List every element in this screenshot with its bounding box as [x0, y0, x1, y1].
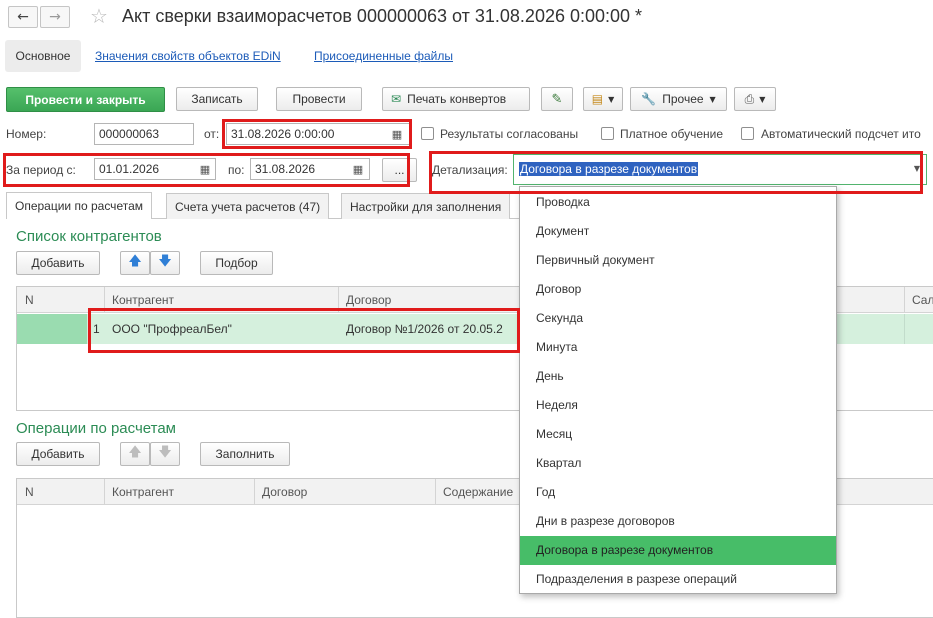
dropdown-item-days-by-contract[interactable]: Дни в разрезе договоров [520, 507, 836, 536]
date-label: от: [204, 127, 220, 141]
agreed-checkbox[interactable] [421, 127, 434, 140]
auto-calc-label: Автоматический подсчет ито [761, 127, 921, 141]
post-button[interactable]: Провести [276, 87, 362, 111]
paid-training-label: Платное обучение [620, 127, 724, 141]
back-button[interactable]: ← [8, 6, 38, 28]
col-n: N [25, 485, 34, 499]
operations-add-button[interactable]: Добавить [16, 442, 100, 466]
dropdown-item-month[interactable]: Месяц [520, 420, 836, 449]
arrow-up-icon: 🡅 [128, 254, 142, 269]
period-from-label: За период с: [6, 163, 76, 177]
dropdown-item-second[interactable]: Секунда [520, 304, 836, 333]
print-button[interactable]: ⎙ ▼ [734, 87, 776, 111]
move-up-button[interactable]: 🡅 [120, 251, 150, 275]
row-contract: Договор №1/2026 от 20.05.2 [346, 322, 503, 336]
operations-title: Операции по расчетам [16, 420, 176, 437]
auto-calc-checkbox[interactable] [741, 127, 754, 140]
dropdown-item-day[interactable]: День [520, 362, 836, 391]
period-select-button[interactable]: ... [382, 158, 417, 182]
nav-main[interactable]: Основное [5, 40, 81, 72]
calendar-icon[interactable]: ▦ [348, 159, 368, 179]
pen-icon: ✎ [551, 91, 563, 107]
move-down-button-disabled[interactable]: 🡇 [150, 442, 180, 466]
calendar-icon[interactable]: ▦ [195, 159, 215, 179]
contractors-add-button[interactable]: Добавить [16, 251, 100, 275]
chevron-down-icon: ▼ [608, 94, 615, 104]
calendar-icon[interactable]: ▦ [387, 124, 407, 144]
col-contractor: Контрагент [112, 485, 175, 499]
tab-accounts[interactable]: Счета учета расчетов (47) [166, 193, 330, 219]
detail-select[interactable]: Договора в разрезе документов ▼ [513, 154, 927, 185]
forward-button[interactable]: → [40, 6, 70, 28]
move-down-button[interactable]: 🡇 [150, 251, 180, 275]
col-contractor: Контрагент [112, 293, 175, 307]
col-contract: Договор [262, 485, 308, 499]
dropdown-item-document[interactable]: Документ [520, 217, 836, 246]
dropdown-item-posting[interactable]: Проводка [520, 188, 836, 217]
more-label: Прочее [662, 92, 704, 106]
move-up-button-disabled[interactable]: 🡅 [120, 442, 150, 466]
dropdown-item-contract[interactable]: Договор [520, 275, 836, 304]
detail-dropdown-list: Проводка Документ Первичный документ Дог… [519, 186, 837, 594]
more-button[interactable]: 🔧 Прочее ▼ [630, 87, 727, 111]
favorite-star-icon[interactable]: ☆ [90, 4, 108, 28]
dropdown-item-minute[interactable]: Минута [520, 333, 836, 362]
col-contract: Договор [346, 293, 392, 307]
row-contractor: ООО "ПрофреалБел" [112, 322, 232, 336]
number-label: Номер: [6, 127, 47, 141]
col-n: N [25, 293, 34, 307]
edit-pen-button[interactable]: ✎ [541, 87, 573, 111]
envelope-icon: ✉ [391, 92, 402, 106]
contractors-title: Список контрагентов [16, 228, 162, 245]
row-n: 1 [93, 322, 100, 336]
detail-label: Детализация: [432, 163, 508, 177]
dropdown-item-year[interactable]: Год [520, 478, 836, 507]
dropdown-arrow-icon[interactable]: ▼ [914, 164, 920, 173]
col-content: Содержание [443, 485, 514, 499]
dropdown-item-contracts-by-documents[interactable]: Договора в разрезе документов [520, 536, 836, 565]
arrow-right-icon: → [49, 9, 61, 25]
arrow-down-icon: 🡇 [158, 254, 172, 269]
dropdown-item-divisions-by-operations[interactable]: Подразделения в разрезе операций [520, 565, 836, 594]
tab-settings[interactable]: Настройки для заполнения [341, 193, 511, 219]
dropdown-item-week[interactable]: Неделя [520, 391, 836, 420]
fill-button[interactable]: Заполнить [200, 442, 290, 466]
nav-edin-link[interactable]: Значения свойств объектов EDiN [95, 49, 281, 63]
period-to-label: по: [228, 163, 245, 177]
arrow-up-icon: 🡅 [128, 445, 142, 460]
arrow-down-icon: 🡇 [158, 445, 172, 460]
arrow-left-icon: ← [17, 9, 29, 25]
printer-icon: ⎙ [744, 91, 755, 106]
document-icon: ▤ [591, 92, 604, 106]
date-field[interactable]: 31.08.2026 0:00:00 [226, 123, 410, 145]
detail-select-value: Договора в разрезе документов [519, 162, 699, 176]
save-button[interactable]: Записать [176, 87, 258, 111]
dropdown-item-primary-document[interactable]: Первичный документ [520, 246, 836, 275]
agreed-label: Результаты согласованы [440, 127, 579, 141]
print-envelopes-button[interactable]: ✉ Печать конвертов [382, 87, 530, 111]
nav-files-link[interactable]: Присоединенные файлы [314, 49, 453, 63]
window-title: Акт сверки взаиморасчетов 000000063 от 3… [122, 6, 643, 26]
tab-operations[interactable]: Операции по расчетам [6, 192, 152, 219]
pick-button[interactable]: Подбор [200, 251, 273, 275]
print-envelopes-label: Печать конвертов [407, 92, 507, 106]
dropdown-item-quarter[interactable]: Квартал [520, 449, 836, 478]
col-balance-cut: Сал [912, 293, 933, 307]
paid-training-checkbox[interactable] [601, 127, 614, 140]
chevron-down-icon: ▼ [759, 94, 766, 104]
chevron-down-icon: ▼ [709, 94, 716, 104]
wrench-icon: 🔧 [641, 92, 657, 106]
post-and-close-button[interactable]: Провести и закрыть [6, 87, 165, 112]
number-field[interactable]: 000000063 [94, 123, 194, 145]
create-based-on-button[interactable]: ▤ ▼ [583, 87, 623, 111]
